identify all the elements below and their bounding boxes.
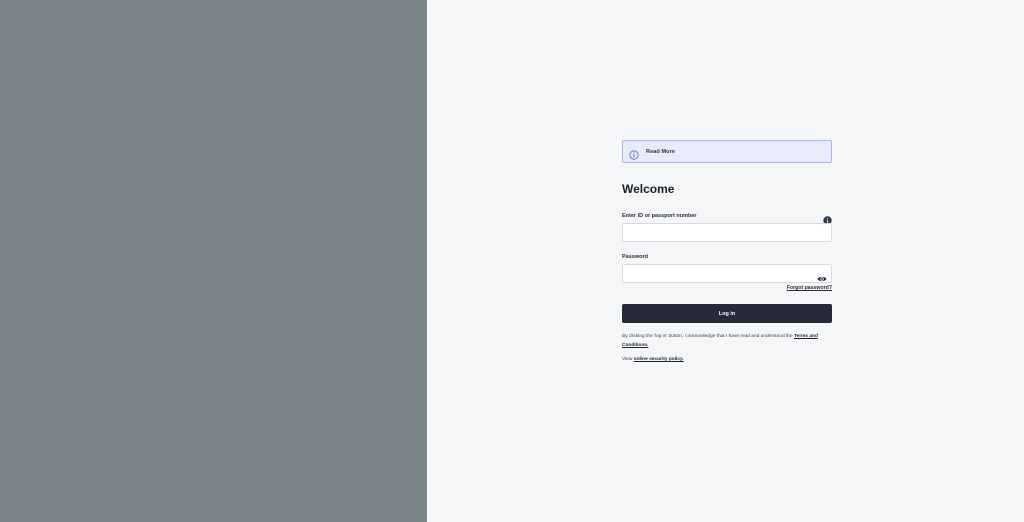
read-more-notice[interactable]: Read More [622, 140, 832, 163]
info-filled-icon[interactable] [823, 212, 832, 225]
policy-text: View online security policy. [622, 356, 832, 364]
login-form: Read More Welcome Enter ID or passport n… [622, 140, 832, 364]
password-input[interactable] [623, 268, 831, 286]
password-field-label: Password [622, 254, 648, 260]
security-policy-link[interactable]: online security policy. [634, 357, 684, 362]
login-button[interactable]: Log in [622, 304, 832, 323]
policy-prefix: View [622, 357, 634, 362]
read-more-link[interactable]: Read More [646, 149, 675, 155]
id-input[interactable] [623, 227, 831, 245]
terms-text: By clicking the 'log in' button, I ackno… [622, 333, 832, 350]
password-input-wrapper [622, 264, 832, 286]
page-title: Welcome [622, 182, 675, 196]
eye-icon[interactable] [817, 270, 827, 282]
forgot-password-link[interactable]: Forgot password? [622, 285, 832, 293]
id-input-wrapper [622, 223, 832, 245]
left-image-panel [0, 0, 427, 522]
id-field-label: Enter ID or passport number [622, 213, 697, 219]
info-icon [629, 147, 639, 160]
terms-prefix: By clicking the 'log in' button, I ackno… [622, 334, 794, 339]
